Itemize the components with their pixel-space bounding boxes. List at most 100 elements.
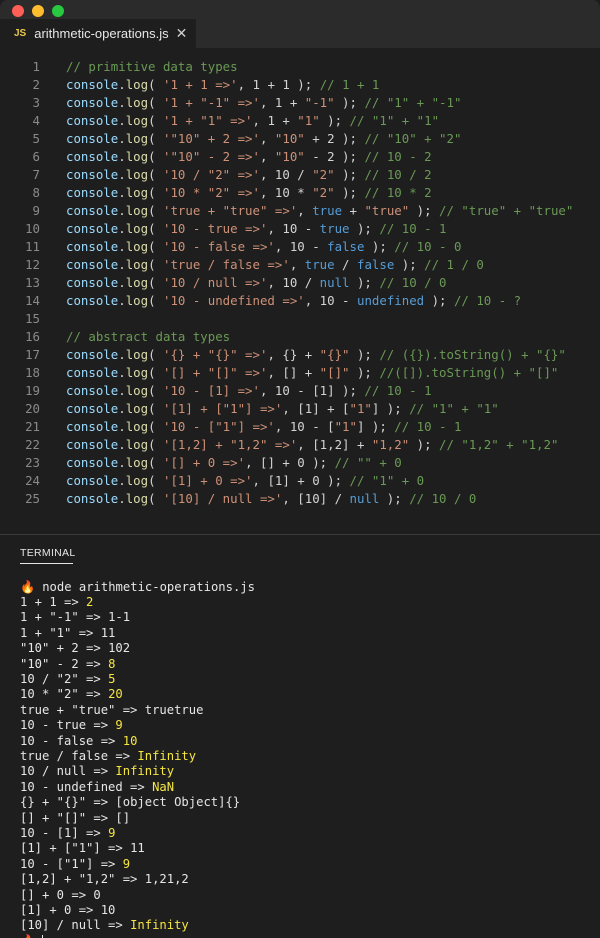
code-token: , [1,2] + xyxy=(297,436,372,452)
code-token: console xyxy=(66,94,119,110)
code-line[interactable]: 24 console.log( '[1] + 0 =>', [1] + 0 ); … xyxy=(0,471,600,489)
minimize-window-button[interactable] xyxy=(32,5,44,17)
code-token: , xyxy=(252,112,268,128)
code-line[interactable]: 11 console.log( '10 - false =>', 10 - fal… xyxy=(0,237,600,255)
code-line[interactable]: 6 console.log( '"10" - 2 =>', "10" - 2 );… xyxy=(0,147,600,165)
code-token: ( xyxy=(148,148,163,164)
flame-icon: 🔥 xyxy=(20,934,35,938)
output-expression: 10 / "2" => xyxy=(20,672,109,687)
code-token: "-1" xyxy=(304,94,335,110)
code-text: console.log( '10 * "2" =>', 10 * "2" ); … xyxy=(66,185,432,200)
output-expression: 10 - false => xyxy=(20,733,123,748)
code-token: '[1,2] + "1,2" =>' xyxy=(163,436,298,452)
code-line[interactable]: 7 console.log( '10 / "2" =>', 10 / "2" );… xyxy=(0,165,600,183)
code-line[interactable]: 13 console.log( '10 / null =>', 10 / null… xyxy=(0,273,600,291)
code-token: "1" xyxy=(297,112,320,128)
code-token: ] ); xyxy=(356,418,395,434)
code-token: "[]" xyxy=(319,364,350,380)
code-text: console.log( '10 - undefined =>', 10 - u… xyxy=(66,293,521,308)
output-result: 11 xyxy=(130,841,145,856)
output-expression: true + "true" => xyxy=(20,702,145,717)
code-line[interactable]: 22 console.log( '[1,2] + "1,2" =>', [1,2]… xyxy=(0,435,600,453)
title-bar: JS arithmetic-operations.js ✕ xyxy=(0,0,600,48)
output-result: Infinity xyxy=(137,748,197,763)
code-token: '10 - undefined =>' xyxy=(163,292,305,308)
code-line[interactable]: 12 console.log( 'true / false =>', true /… xyxy=(0,255,600,273)
line-number: 11 xyxy=(25,238,40,254)
terminal-prompt[interactable]: 🔥 xyxy=(20,933,255,938)
code-line[interactable]: 10 console.log( '10 - true =>', 10 - true… xyxy=(0,219,600,237)
code-line[interactable]: 4 console.log( '1 + "1" =>', 1 + "1" ); /… xyxy=(0,111,600,129)
code-token: , xyxy=(259,166,275,182)
code-editor[interactable]: 1// primitive data types 2 console.log( '1… xyxy=(0,57,600,507)
output-expression: 10 * "2" => xyxy=(20,687,109,702)
output-expression: 1 + "-1" => xyxy=(20,610,109,625)
panel-divider xyxy=(0,534,600,535)
code-line[interactable]: 1 // primitive data types xyxy=(0,57,600,75)
code-line[interactable]: 20 console.log( '[1] + ["1"] =>', [1] + [… xyxy=(0,399,600,417)
output-result: 9 xyxy=(122,856,131,871)
code-text: console.log( '"10" + 2 =>', "10" + 2 ); … xyxy=(66,131,461,146)
tab-file[interactable]: JS arithmetic-operations.js ✕ xyxy=(0,19,196,48)
code-token: ( xyxy=(148,364,163,380)
code-token: ); xyxy=(424,292,454,308)
code-token: log xyxy=(125,292,149,308)
code-token: console xyxy=(66,274,119,290)
code-token: , 10 - [1] ); xyxy=(259,382,365,398)
code-token: '[] + 0 =>' xyxy=(163,454,246,470)
code-token: ( xyxy=(148,472,163,488)
code-line[interactable]: 2 console.log( '1 + 1 =>', 1 + 1 ); // 1 … xyxy=(0,75,600,93)
zoom-window-button[interactable] xyxy=(52,5,64,17)
output-result: [object Object]{} xyxy=(115,795,241,810)
code-token: 1 + 1 xyxy=(252,76,290,92)
terminal-output-line: 10 - undefined => NaN xyxy=(20,779,255,794)
line-number: 4 xyxy=(32,112,40,128)
code-token: ); xyxy=(349,220,380,236)
code-token: ( xyxy=(148,256,163,272)
code-token: . xyxy=(118,256,126,272)
code-token: , xyxy=(237,76,253,92)
code-token: ( xyxy=(148,220,163,236)
code-line[interactable]: 8 console.log( '10 * "2" =>', 10 * "2" );… xyxy=(0,183,600,201)
code-token: "1,2" xyxy=(371,436,410,452)
code-text: console.log( '10 - true =>', 10 - true )… xyxy=(66,221,447,236)
code-token: ( xyxy=(148,382,163,398)
code-token: console xyxy=(66,184,119,200)
terminal-output-line: [1] + 0 => 10 xyxy=(20,902,255,917)
code-token: '10 - [1] =>' xyxy=(163,382,260,398)
code-line[interactable]: 5 console.log( '"10" + 2 =>', "10" + 2 );… xyxy=(0,129,600,147)
output-result: 102 xyxy=(108,641,131,656)
code-token: ( xyxy=(148,346,163,362)
terminal-output[interactable]: 🔥 node arithmetic-operations.js 1 + 1 => 2… xyxy=(20,579,255,938)
close-icon[interactable]: ✕ xyxy=(176,27,188,41)
code-token: ( xyxy=(148,454,163,470)
code-line[interactable]: 23 console.log( '[] + 0 =>', [] + 0 ); //… xyxy=(0,453,600,471)
code-line[interactable]: 25 console.log( '[10] / null =>', [10] / … xyxy=(0,489,600,507)
code-line[interactable]: 15 xyxy=(0,309,600,327)
traffic-lights xyxy=(12,5,64,17)
code-line[interactable]: 14 console.log( '10 - undefined =>', 10 -… xyxy=(0,291,600,309)
code-line[interactable]: 3 console.log( '1 + "-1" =>', 1 + "-1" );… xyxy=(0,93,600,111)
code-line[interactable]: 9 console.log( 'true + "true" =>', true +… xyxy=(0,201,600,219)
code-line[interactable]: 19 console.log( '10 - [1] =>', 10 - [1] )… xyxy=(0,381,600,399)
code-token: ); xyxy=(409,202,440,218)
code-token: . xyxy=(118,166,126,182)
code-token: console xyxy=(66,400,119,416)
code-line[interactable]: 17 console.log( '{} + "{}" =>', {} + "{}"… xyxy=(0,345,600,363)
tab-terminal[interactable]: TERMINAL xyxy=(20,547,76,559)
terminal-output-line: [] + 0 => 0 xyxy=(20,887,255,902)
code-token: , xyxy=(304,292,320,308)
close-window-button[interactable] xyxy=(12,5,24,17)
code-token: "1" xyxy=(349,400,372,416)
flame-icon: 🔥 xyxy=(20,579,36,594)
terminal-output-line: 10 - false => 10 xyxy=(20,733,255,748)
code-line[interactable]: 18 console.log( '[] + "[]" =>', [] + "[]"… xyxy=(0,363,600,381)
code-line[interactable]: 16 // abstract data types xyxy=(0,327,600,345)
code-token: '10 / null =>' xyxy=(163,274,268,290)
editor-window: JS arithmetic-operations.js ✕ 1 // primit… xyxy=(0,0,600,938)
terminal-output-line: [1] + ["1"] => 11 xyxy=(20,841,255,856)
code-line[interactable]: 21 console.log( '10 - ["1"] =>', 10 - ["1… xyxy=(0,417,600,435)
code-token: "2" xyxy=(312,166,335,182)
code-token: , xyxy=(297,202,313,218)
code-token: // 10 - ? xyxy=(453,292,522,308)
